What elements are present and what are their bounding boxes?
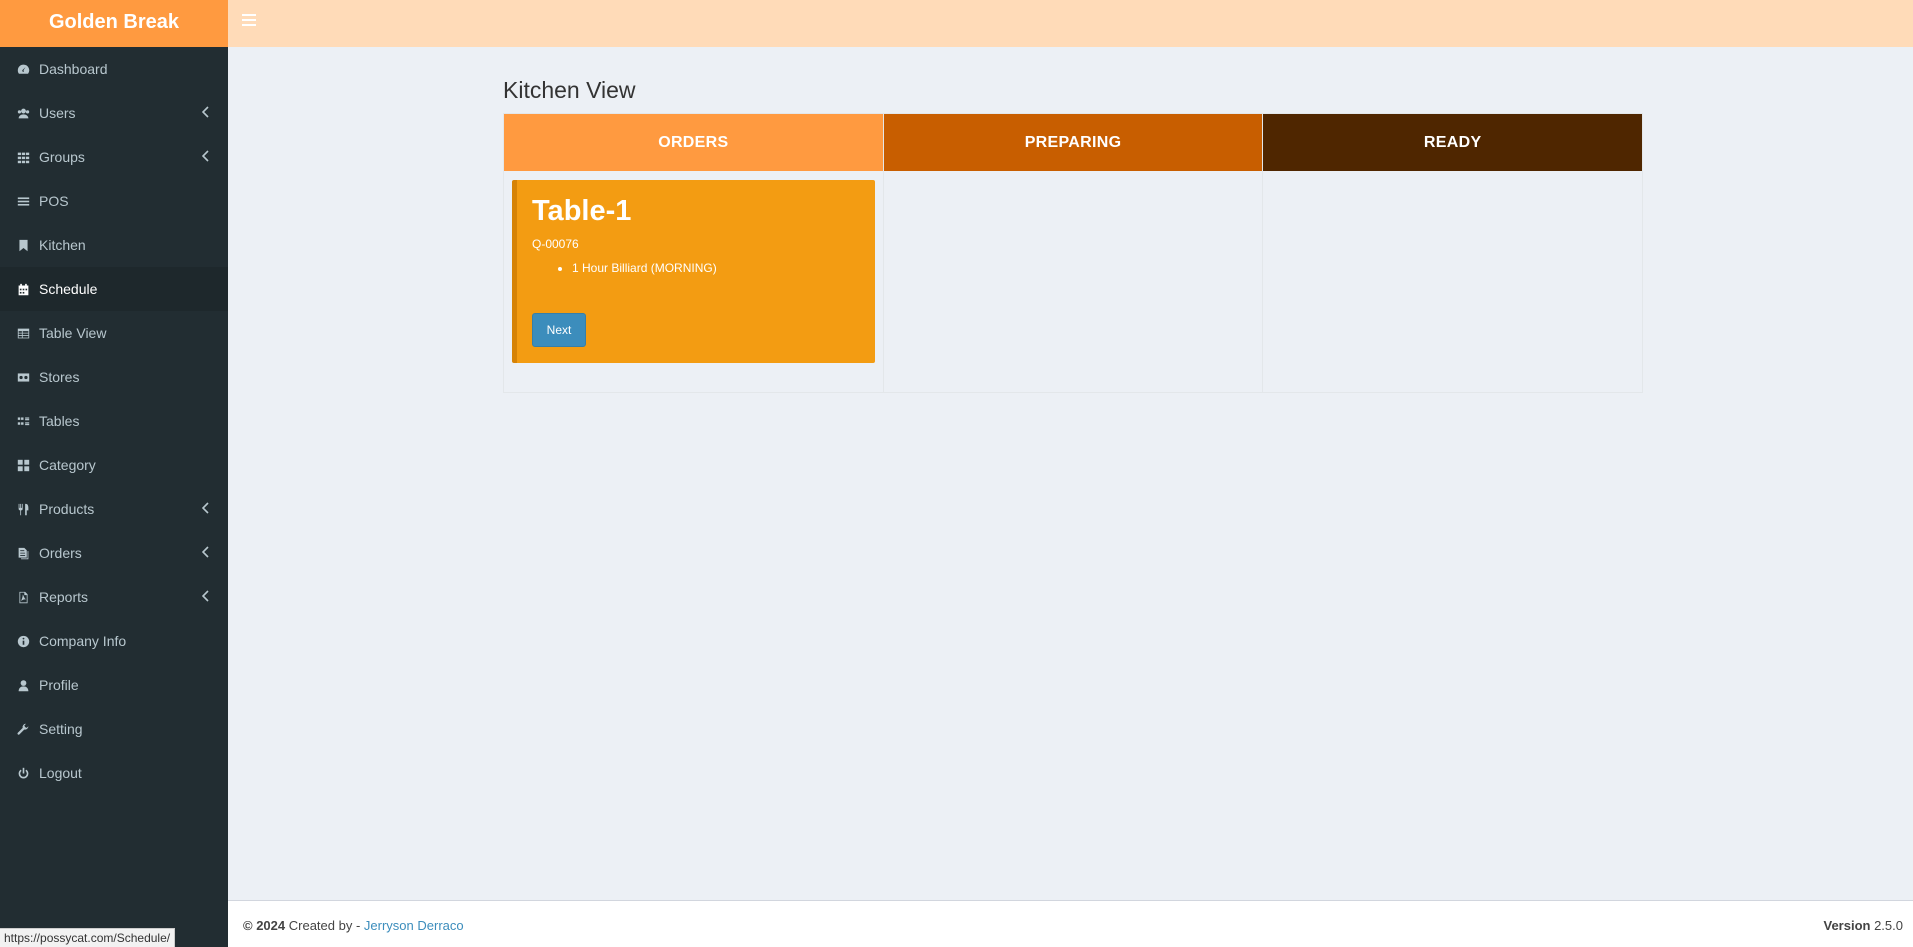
info-icon	[16, 634, 30, 648]
footer: © 2024 Created by - Jerryson Derraco Ver…	[228, 900, 1913, 947]
created-by-label: Created by -	[288, 918, 361, 933]
preparing-column: PREPARING	[883, 114, 1264, 392]
ready-column: READY	[1263, 114, 1643, 392]
sidebar-item-dashboard[interactable]: Dashboard	[0, 47, 228, 91]
sidebar-item-label: Company Info	[39, 633, 127, 649]
sidebar-item-label: Kitchen	[39, 237, 86, 253]
sidebar-item-setting[interactable]: Setting	[0, 707, 228, 751]
sidebar-menu: Dashboard Users Groups POS Kitchen Sched…	[0, 47, 228, 795]
sidebar-item-tables[interactable]: Tables	[0, 399, 228, 443]
calendar-icon	[16, 282, 30, 296]
top-navbar	[228, 0, 1913, 47]
sidebar-item-label: Reports	[39, 589, 89, 605]
chevron-left-icon	[201, 546, 210, 561]
sidebar-item-schedule[interactable]: Schedule	[0, 267, 228, 311]
kitchen-board: ORDERS Table-1 Q-00076 1 Hour Billiard (…	[503, 113, 1643, 393]
chevron-left-icon	[201, 150, 210, 165]
column-header-orders: ORDERS	[504, 114, 883, 171]
sidebar-item-pos[interactable]: POS	[0, 179, 228, 223]
sidebar-item-table-view[interactable]: Table View	[0, 311, 228, 355]
sidebar-item-stores[interactable]: Stores	[0, 355, 228, 399]
sidebar-item-reports[interactable]: Reports	[0, 575, 228, 619]
power-icon	[16, 766, 30, 780]
dashboard-icon	[16, 62, 30, 76]
files-icon	[16, 546, 30, 560]
order-code: Q-00076	[532, 237, 579, 251]
sidebar-item-orders[interactable]: Orders	[0, 531, 228, 575]
order-items: 1 Hour Billiard (MORNING)	[532, 261, 875, 275]
chevron-left-icon	[201, 106, 210, 121]
sidebar-item-groups[interactable]: Groups	[0, 135, 228, 179]
sidebar: Golden Break Dashboard Users Groups POS …	[0, 0, 228, 947]
sidebar-item-label: Users	[39, 105, 76, 121]
page-title: Kitchen View	[503, 77, 636, 103]
footer-version: Version 2.5.0	[1823, 918, 1903, 933]
sidebar-item-label: Dashboard	[39, 61, 108, 77]
main-content: Kitchen View ORDERS Table-1 Q-00076 1 Ho…	[228, 47, 1913, 900]
sidebar-item-kitchen[interactable]: Kitchen	[0, 223, 228, 267]
user-icon	[16, 678, 30, 692]
orders-column: ORDERS Table-1 Q-00076 1 Hour Billiard (…	[504, 114, 884, 392]
sidebar-item-label: Orders	[39, 545, 82, 561]
sidebar-item-label: Groups	[39, 149, 85, 165]
brand-logo[interactable]: Golden Break	[0, 0, 228, 47]
order-item: 1 Hour Billiard (MORNING)	[572, 261, 875, 275]
bookmark-icon	[16, 238, 30, 252]
sidebar-item-users[interactable]: Users	[0, 91, 228, 135]
sidebar-item-label: Logout	[39, 765, 82, 781]
column-header-preparing: PREPARING	[883, 114, 1263, 171]
bars-icon	[16, 194, 30, 208]
order-card: Table-1 Q-00076 1 Hour Billiard (MORNING…	[512, 180, 875, 363]
sidebar-item-label: Setting	[39, 721, 83, 737]
sidebar-item-label: Profile	[39, 677, 79, 693]
chevron-left-icon	[201, 502, 210, 517]
users-icon	[16, 106, 30, 120]
table-icon	[16, 326, 30, 340]
sidebar-item-label: Table View	[39, 325, 107, 341]
sidebar-item-label: Category	[39, 457, 96, 473]
browser-status-url: https://possycat.com/Schedule/	[0, 928, 176, 947]
next-button[interactable]: Next	[532, 313, 586, 347]
sidebar-item-label: Products	[39, 501, 95, 517]
sidebar-item-logout[interactable]: Logout	[0, 751, 228, 795]
pdf-file-icon	[16, 590, 30, 604]
author-link[interactable]: Jerryson Derraco	[364, 918, 464, 933]
chevron-left-icon	[201, 590, 210, 605]
sidebar-item-label: Stores	[39, 369, 80, 385]
category-icon	[16, 458, 30, 472]
sidebar-item-products[interactable]: Products	[0, 487, 228, 531]
version-number: 2.5.0	[1874, 918, 1903, 933]
column-header-ready: READY	[1263, 114, 1643, 171]
version-label: Version	[1823, 918, 1871, 933]
footer-credits: © 2024 Created by - Jerryson Derraco	[243, 918, 464, 933]
sidebar-item-label: Schedule	[39, 281, 98, 297]
store-icon	[16, 370, 30, 384]
sidebar-toggle-icon[interactable]	[242, 14, 256, 28]
wrench-icon	[16, 722, 30, 736]
sidebar-item-label: POS	[39, 193, 69, 209]
cutlery-icon	[16, 502, 30, 516]
sidebar-item-profile[interactable]: Profile	[0, 663, 228, 707]
grid-icon	[16, 150, 30, 164]
copyright: © 2024	[243, 918, 286, 933]
sidebar-item-label: Tables	[39, 413, 80, 429]
tables-icon	[16, 414, 30, 428]
order-table-name: Table-1	[532, 195, 632, 227]
sidebar-item-category[interactable]: Category	[0, 443, 228, 487]
sidebar-item-company-info[interactable]: Company Info	[0, 619, 228, 663]
